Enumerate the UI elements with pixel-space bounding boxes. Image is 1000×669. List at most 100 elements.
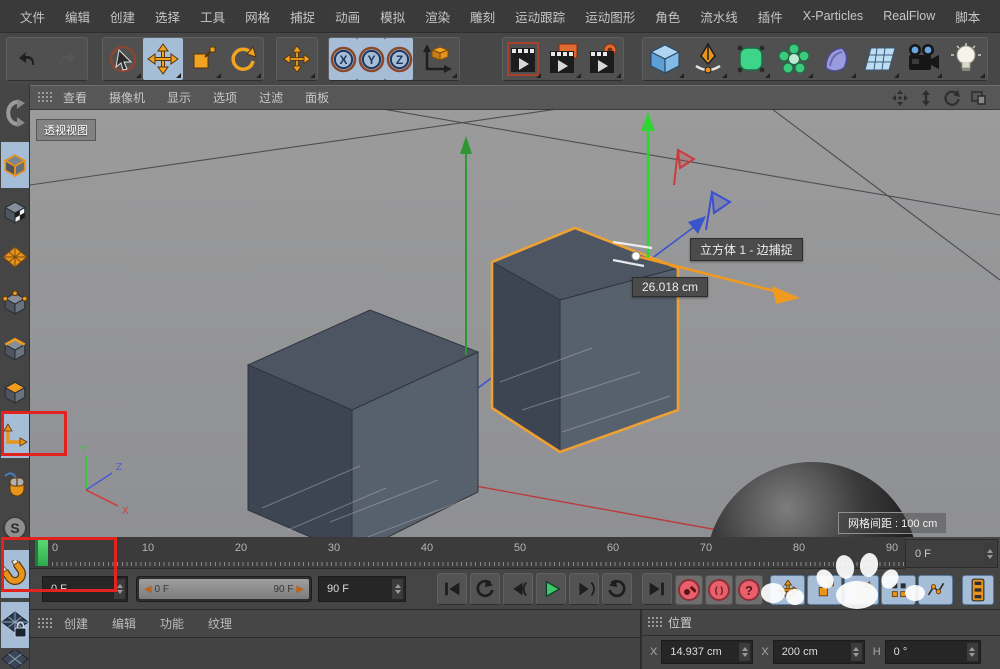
workplane-partial-button[interactable] <box>1 650 29 669</box>
motion-clip-button[interactable] <box>962 575 994 605</box>
end-frame-input[interactable]: 90 F <box>318 576 406 602</box>
spinner-icon[interactable] <box>851 643 862 661</box>
record-keyframe-button[interactable] <box>675 575 703 605</box>
move-tool-button[interactable] <box>143 38 183 80</box>
menu-item-realflow[interactable]: RealFlow <box>873 9 945 23</box>
make-editable-button[interactable] <box>1 88 29 138</box>
size-x-field[interactable]: 200 cm <box>773 640 865 664</box>
live-selection-button[interactable] <box>103 38 143 80</box>
goto-end-button[interactable] <box>642 573 672 605</box>
current-frame-field[interactable]: 0 F <box>905 539 998 568</box>
key-scale-button[interactable] <box>807 575 842 605</box>
menu-item-tools[interactable]: 工具 <box>190 7 235 26</box>
loop-button[interactable] <box>602 573 632 605</box>
material-menu-edit[interactable]: 编辑 <box>100 615 148 632</box>
menu-item-create[interactable]: 创建 <box>100 7 145 26</box>
menu-item-mograph[interactable]: 运动图形 <box>575 7 645 26</box>
lock-z-button[interactable]: Z <box>385 38 413 80</box>
model-mode-button[interactable] <box>1 142 29 188</box>
rotate-tool-button[interactable] <box>223 38 263 80</box>
add-light-button[interactable] <box>944 38 987 80</box>
lock-x-button[interactable]: X <box>329 38 357 80</box>
uv-mode-button[interactable] <box>1 236 29 278</box>
spinner-icon[interactable] <box>392 579 403 599</box>
menu-item-mesh[interactable]: 网格 <box>235 7 280 26</box>
viewport-zoom-button[interactable] <box>916 89 936 107</box>
lock-workplane-button[interactable] <box>1 602 29 648</box>
spinner-icon[interactable] <box>967 643 978 661</box>
prev-frame-button[interactable] <box>503 573 533 605</box>
menu-item-animate[interactable]: 动画 <box>325 7 370 26</box>
keyframe-selection-button[interactable]: ? <box>735 575 763 605</box>
menu-item-pipeline[interactable]: 流水线 <box>690 7 748 26</box>
viewport-rotate-button[interactable] <box>942 89 962 107</box>
menu-item-simulate[interactable]: 模拟 <box>370 7 415 26</box>
add-subdivision-button[interactable] <box>729 38 772 80</box>
scale-tool-button[interactable] <box>183 38 223 80</box>
material-menu-function[interactable]: 功能 <box>148 615 196 632</box>
plane-handle-red[interactable] <box>674 150 694 185</box>
autokey-button[interactable]: ( ) <box>705 575 733 605</box>
material-menu-texture[interactable]: 纹理 <box>196 615 244 632</box>
menu-item-snap[interactable]: 捕捉 <box>280 7 325 26</box>
y-axis-handle[interactable] <box>641 112 655 258</box>
menu-item-motion-tracker[interactable]: 运动跟踪 <box>505 7 575 26</box>
tweak-mode-button[interactable] <box>1 460 29 506</box>
viewport-menu-panel[interactable]: 面板 <box>294 89 340 106</box>
redo-button[interactable] <box>47 38 87 80</box>
next-frame-button[interactable] <box>569 573 599 605</box>
points-mode-button[interactable] <box>1 280 29 326</box>
add-floor-button[interactable] <box>858 38 901 80</box>
menu-item-character[interactable]: 角色 <box>645 7 690 26</box>
playback-range-slider[interactable]: ◀ 0 F 90 F ▶ <box>136 576 312 602</box>
add-cube-button[interactable] <box>643 38 686 80</box>
cube-selected[interactable] <box>492 228 678 452</box>
material-menu-create[interactable]: 创建 <box>52 615 100 632</box>
lock-y-button[interactable]: Y <box>357 38 385 80</box>
key-pla-button[interactable] <box>918 575 953 605</box>
viewport-menu-view[interactable]: 查看 <box>52 89 98 106</box>
undo-button[interactable] <box>7 38 47 80</box>
viewport-menu-display[interactable]: 显示 <box>156 89 202 106</box>
viewport-menu-filter[interactable]: 过滤 <box>248 89 294 106</box>
menu-item-script[interactable]: 脚本 <box>945 7 990 26</box>
add-camera-button[interactable] <box>901 38 944 80</box>
menu-item-select[interactable]: 选择 <box>145 7 190 26</box>
add-spline-button[interactable] <box>686 38 729 80</box>
viewport-maximize-button[interactable] <box>968 89 988 107</box>
viewport-menu-cameras[interactable]: 摄像机 <box>98 89 156 106</box>
spinner-icon[interactable] <box>739 643 750 661</box>
menu-item-window[interactable]: 窗口 <box>990 7 1000 26</box>
render-settings-button[interactable] <box>583 38 623 80</box>
texture-mode-button[interactable] <box>1 190 29 234</box>
plane-handle-blue[interactable] <box>706 192 730 230</box>
goto-start-button[interactable] <box>437 573 467 605</box>
key-parameter-button[interactable] <box>881 575 916 605</box>
menu-item-plugins[interactable]: 插件 <box>748 7 793 26</box>
polygons-mode-button[interactable] <box>1 372 29 412</box>
edges-mode-button[interactable] <box>1 328 29 370</box>
viewport-canvas[interactable]: Y Z X <box>30 110 1000 537</box>
menu-item-edit[interactable]: 编辑 <box>55 7 100 26</box>
viewport-menu-options[interactable]: 选项 <box>202 89 248 106</box>
render-picture-viewer-button[interactable] <box>543 38 583 80</box>
cube-left[interactable] <box>248 310 478 537</box>
add-mograph-button[interactable] <box>772 38 815 80</box>
viewport-pan-button[interactable] <box>890 89 910 107</box>
play-button[interactable] <box>536 573 566 605</box>
coordinate-system-button[interactable] <box>413 38 459 80</box>
add-deformer-button[interactable] <box>815 38 858 80</box>
render-view-button[interactable] <box>503 38 543 80</box>
menu-item-render[interactable]: 渲染 <box>415 7 460 26</box>
position-x-field[interactable]: 14.937 cm <box>661 640 753 664</box>
menu-item-file[interactable]: 文件 <box>10 7 55 26</box>
rotation-h-field[interactable]: 0 ° <box>885 640 981 664</box>
play-reverse-button[interactable] <box>470 573 500 605</box>
key-rotation-button[interactable] <box>844 575 879 605</box>
last-tool-button[interactable] <box>277 38 317 80</box>
menu-item-sculpt[interactable]: 雕刻 <box>460 7 505 26</box>
timeline-ruler[interactable]: 0 10 20 30 40 50 60 70 80 90 <box>30 537 905 569</box>
menu-item-x-particles[interactable]: X-Particles <box>793 9 873 23</box>
key-position-button[interactable] <box>770 575 805 605</box>
spinner-icon[interactable] <box>984 542 995 565</box>
